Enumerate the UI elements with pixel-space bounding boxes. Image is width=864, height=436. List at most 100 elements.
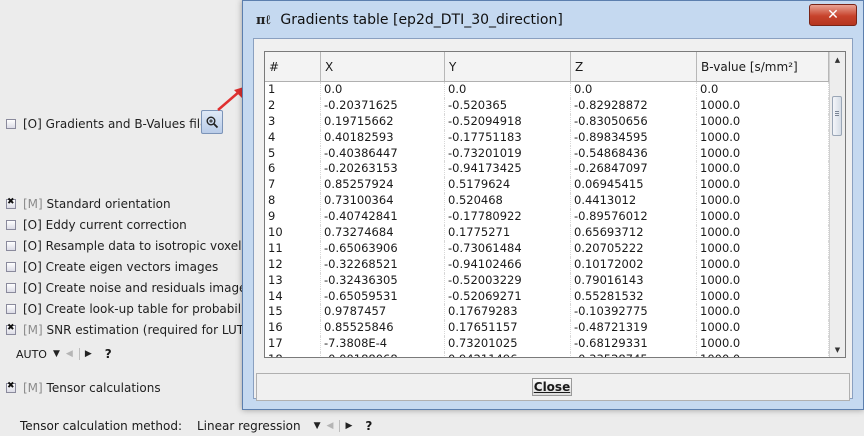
table-cell: 17	[265, 336, 321, 353]
window-close-button[interactable]: ✕	[809, 4, 857, 26]
arrow-left-icon[interactable]: ◀	[66, 349, 73, 359]
option-prefix: [O]	[23, 281, 42, 295]
chevron-down-icon[interactable]: ▼	[53, 349, 60, 359]
table-cell: -0.33528745	[571, 352, 697, 357]
table-cell: 0.10172002	[571, 256, 697, 273]
option-standard-orientation-checkbox[interactable]	[6, 197, 16, 209]
magnifier-icon	[206, 116, 219, 129]
table-header: # X Y Z B-value [s/mm²]	[265, 52, 845, 82]
close-button[interactable]: Close	[532, 378, 572, 396]
table-cell: 0.17651157	[445, 320, 571, 337]
help-button[interactable]: ?	[105, 347, 112, 361]
help-button[interactable]: ?	[365, 419, 372, 433]
option-prefix: [O]	[23, 260, 42, 274]
table-cell: 1000.0	[697, 288, 829, 305]
table-cell: -0.94102466	[445, 256, 571, 273]
table-cell: -0.48721319	[571, 320, 697, 337]
table-row[interactable]: 4 0.40182593 -0.17751183 -0.89834595 1000.0	[265, 129, 845, 146]
arrow-down-icon[interactable]: ▼	[830, 342, 845, 357]
option-label: SNR estimation (required for LUT ge	[46, 323, 263, 337]
option-snr-checkbox[interactable]	[6, 323, 16, 335]
option-noise-residuals: [O] Create noise and residuals images (	[6, 280, 261, 296]
table-row[interactable]: 13 -0.32436305 -0.52003229 0.79016143 1000.0	[265, 272, 845, 289]
table-row[interactable]: 7 0.85257924 0.5179624 0.06945415 1000.0	[265, 177, 845, 194]
option-lookup-table-checkbox[interactable]	[6, 304, 16, 314]
table-row[interactable]: 5 -0.40386447 -0.73201019 -0.54868436 1000.0	[265, 145, 845, 162]
table-row[interactable]: 10 0.73274684 0.1775271 0.65693712 1000.0	[265, 225, 845, 241]
column-header[interactable]: Y	[445, 52, 571, 81]
arrow-right-icon[interactable]: ▶	[345, 421, 352, 431]
option-eigen-vectors: [O] Create eigen vectors images	[6, 259, 218, 275]
table-cell: 1000.0	[697, 256, 829, 273]
table-row[interactable]: 11 -0.65063906 -0.73061484 0.20705222 1000.0	[265, 240, 845, 257]
option-eigen-vectors-checkbox[interactable]	[6, 262, 16, 272]
gradients-file-checkbox[interactable]	[6, 119, 16, 129]
option-prefix: [O]	[23, 302, 42, 316]
vertical-scrollbar[interactable]: ▲ ▼	[829, 52, 845, 357]
table-cell: 6	[265, 161, 321, 178]
table-cell: -0.40742841	[321, 209, 445, 226]
option-eddy-current-checkbox[interactable]	[6, 220, 16, 230]
column-header[interactable]: #	[265, 52, 321, 81]
table-cell: 10	[265, 225, 321, 241]
table-cell: -0.54868436	[571, 145, 697, 162]
table-row[interactable]: 12 -0.32268521 -0.94102466 0.10172002 1000.0	[265, 256, 845, 273]
tensor-method-select[interactable]: Linear regression	[197, 419, 301, 433]
table-cell: -0.26847097	[571, 161, 697, 178]
table-cell: -0.20263153	[321, 161, 445, 178]
table-row[interactable]: 18-0.001880680.94211496-0.335287451000.0	[265, 352, 845, 357]
table-cell: -0.40386447	[321, 145, 445, 162]
table-cell: -0.94173425	[445, 161, 571, 178]
arrow-right-icon[interactable]: ▶	[85, 349, 92, 359]
table-cell: -0.520365	[445, 97, 571, 114]
gradients-table: # X Y Z B-value [s/mm²] 1 0.0 0.0 0.0 0.0 2 -0.203…	[264, 51, 846, 358]
option-prefix: [M]	[23, 197, 43, 211]
table-cell: -0.68129331	[571, 336, 697, 353]
table-row[interactable]: 16 0.85525846 0.17651157 -0.48721319 1000.0	[265, 320, 845, 337]
table-cell: -0.52003229	[445, 272, 571, 289]
option-label: Create eigen vectors images	[45, 260, 219, 274]
table-row[interactable]: 1 0.0 0.0 0.0 0.0	[265, 82, 845, 98]
scrollbar-thumb[interactable]	[832, 96, 842, 136]
table-cell: 0.73100364	[321, 193, 445, 210]
table-cell: -0.17780922	[445, 209, 571, 226]
option-label: Standard orientation	[46, 197, 171, 211]
option-tensor-checkbox[interactable]	[6, 381, 16, 393]
table-row[interactable]: 2 -0.20371625 -0.520365 -0.82928872 1000.0	[265, 97, 845, 114]
gradients-file-option: [O] Gradients and B-Values file:	[6, 116, 212, 132]
dialog-titlebar[interactable]: πℓ Gradients table [ep2d_DTI_30_directio…	[243, 1, 863, 38]
option-noise-residuals-checkbox[interactable]	[6, 283, 16, 293]
option-snr-estimation: [M] SNR estimation (required for LUT ge	[6, 322, 263, 338]
table-cell: 1000.0	[697, 177, 829, 194]
table-cell: 0.4413012	[571, 193, 697, 210]
table-cell: 7	[265, 177, 321, 194]
column-header[interactable]: Z	[571, 52, 697, 81]
table-cell: 9	[265, 209, 321, 226]
table-row[interactable]: 9 -0.40742841 -0.17780922 -0.89576012 1000.0	[265, 209, 845, 226]
chevron-down-icon[interactable]: ▼	[314, 421, 321, 431]
table-cell: 16	[265, 320, 321, 337]
table-row[interactable]: 17 -7.3808E-4 0.73201025 -0.68129331 1000.0	[265, 336, 845, 353]
table-cell: 0.55281532	[571, 288, 697, 305]
table-cell: 0.85525846	[321, 320, 445, 337]
table-cell: 1000.0	[697, 304, 829, 321]
close-icon: ✕	[827, 7, 839, 23]
table-cell: -0.65063906	[321, 240, 445, 257]
table-row[interactable]: 8 0.73100364 0.520468 0.4413012 1000.0	[265, 193, 845, 210]
option-resample-checkbox[interactable]	[6, 241, 16, 251]
table-row[interactable]: 3 0.19715662 -0.52094918 -0.83050656 1000.0	[265, 113, 845, 130]
table-cell: 0.520468	[445, 193, 571, 210]
option-label: Create noise and residuals images (	[45, 281, 262, 295]
table-cell: 12	[265, 256, 321, 273]
table-cell: -0.32268521	[321, 256, 445, 273]
column-header[interactable]: B-value [s/mm²]	[697, 52, 829, 81]
table-row[interactable]: 15 0.9787457 0.17679283 -0.10392775 1000.0	[265, 304, 845, 321]
table-row[interactable]: 14 -0.65059531 -0.52069271 0.55281532 1000.0	[265, 288, 845, 305]
gradients-table-dialog: πℓ Gradients table [ep2d_DTI_30_directio…	[242, 0, 864, 410]
table-row[interactable]: 6 -0.20263153 -0.94173425 -0.26847097 1000.0	[265, 161, 845, 178]
table-cell: 1000.0	[697, 320, 829, 337]
table-cell: -0.17751183	[445, 129, 571, 146]
arrow-left-icon[interactable]: ◀	[327, 421, 334, 431]
column-header[interactable]: X	[321, 52, 445, 81]
arrow-up-icon[interactable]: ▲	[830, 52, 845, 67]
